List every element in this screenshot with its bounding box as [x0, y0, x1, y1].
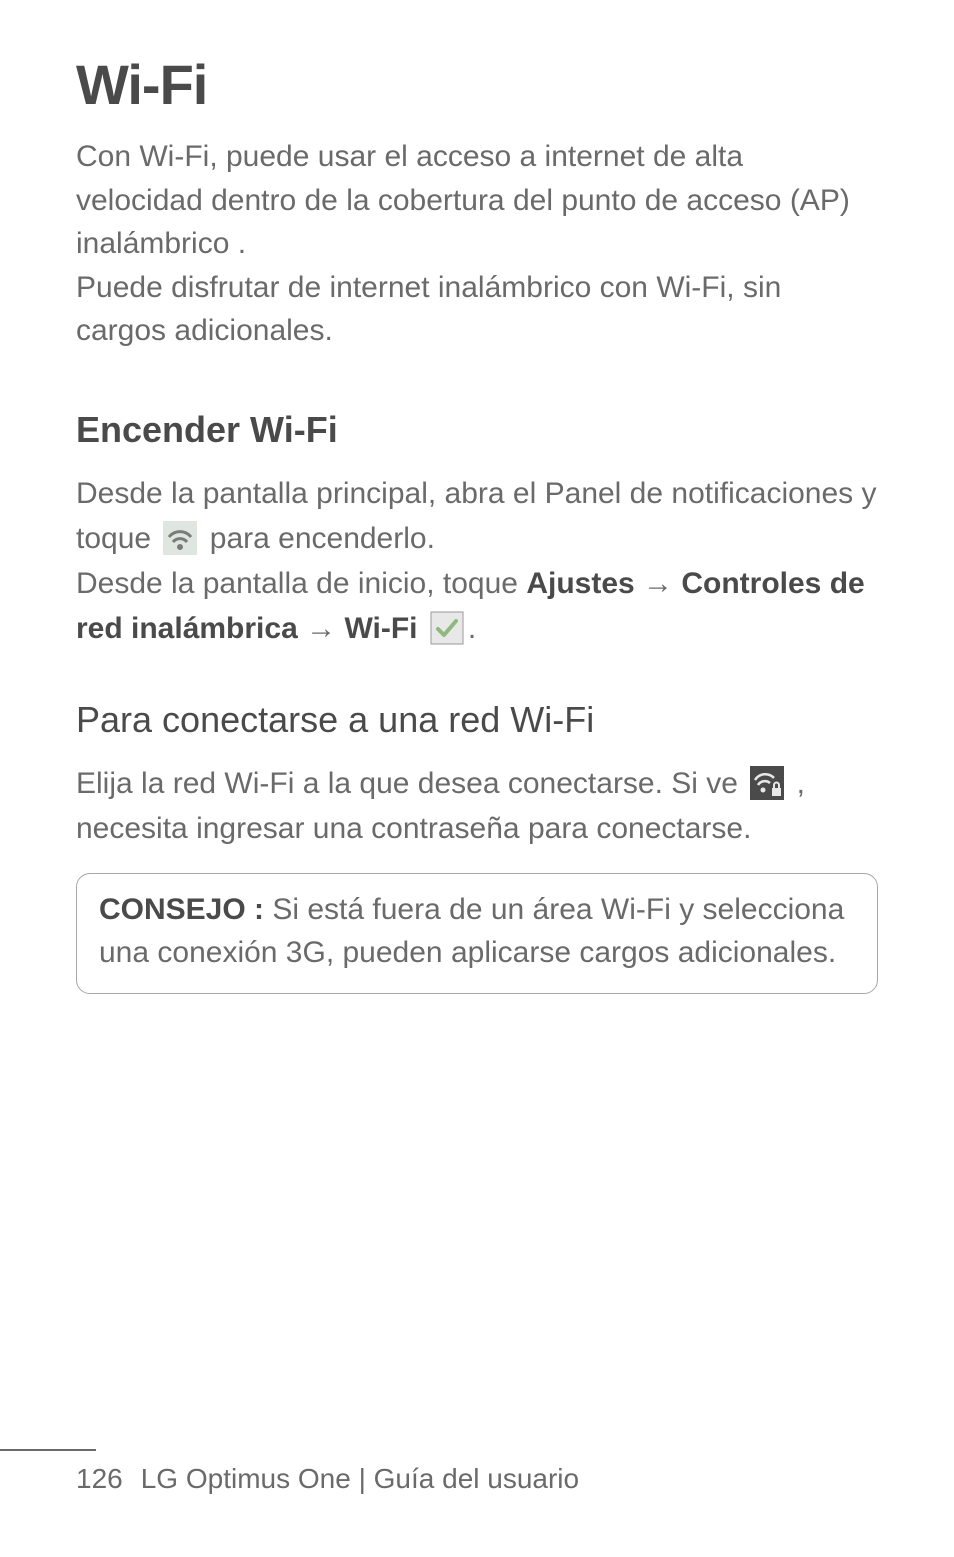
text-fragment: .	[468, 612, 476, 645]
intro-paragraph-1: Con Wi-Fi, puede usar el acceso a intern…	[76, 135, 878, 266]
footer-text: 126 LG Optimus One | Guía del usuario	[0, 1463, 878, 1495]
page-content: Wi-Fi Con Wi-Fi, puede usar el acceso a …	[0, 0, 954, 994]
arrow: →	[298, 612, 345, 645]
section1-body: Desde la pantalla principal, abra el Pan…	[76, 471, 878, 651]
section2-body: Elija la red Wi-Fi a la que desea conect…	[76, 761, 878, 851]
wifi-icon	[163, 521, 197, 555]
checkmark-icon	[430, 611, 464, 645]
intro-block: Con Wi-Fi, puede usar el acceso a intern…	[76, 135, 878, 353]
section-heading-conectarse: Para conectarse a una red Wi-Fi	[76, 699, 878, 741]
footer-label: LG Optimus One | Guía del usuario	[141, 1463, 579, 1494]
bold-ajustes: Ajustes	[526, 567, 634, 600]
page-footer: 126 LG Optimus One | Guía del usuario	[0, 1449, 954, 1495]
text-fragment: Elija la red Wi-Fi a la que desea conect…	[76, 767, 746, 800]
intro-paragraph-2: Puede disfrutar de internet inalámbrico …	[76, 266, 878, 353]
page-title: Wi-Fi	[76, 52, 878, 117]
page-number: 126	[76, 1463, 123, 1495]
footer-rule	[0, 1449, 96, 1451]
arrow: →	[635, 567, 682, 600]
wifi-lock-icon	[750, 766, 784, 800]
text-fragment: para encenderlo.	[201, 522, 435, 555]
tip-box: CONSEJO : Si está fuera de un área Wi-Fi…	[76, 873, 878, 994]
section-heading-encender: Encender Wi-Fi	[76, 409, 878, 451]
bold-wifi: Wi-Fi	[344, 612, 425, 645]
text-fragment: Desde la pantalla de inicio, toque	[76, 567, 526, 600]
tip-label: CONSEJO :	[99, 893, 264, 926]
